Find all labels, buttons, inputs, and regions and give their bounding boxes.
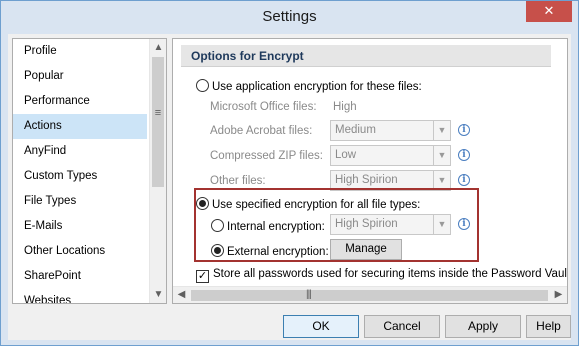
category-list-scrollbar[interactable]: ▲ ≡ ▼	[149, 39, 166, 303]
help-button[interactable]: Help	[526, 315, 571, 338]
app-encryption-radio[interactable]	[196, 79, 209, 92]
chevron-down-icon: ▼	[433, 146, 450, 165]
info-icon[interactable]: i	[458, 218, 470, 230]
sidebar-item-e-mails[interactable]: E-Mails	[13, 214, 147, 239]
sidebar-item-profile[interactable]: Profile	[13, 39, 147, 64]
scroll-left-icon[interactable]: ◀	[173, 287, 190, 303]
chevron-down-icon: ▼	[433, 215, 450, 234]
internal-encryption-option[interactable]: Internal encryption:	[211, 219, 325, 233]
cancel-button[interactable]: Cancel	[364, 315, 440, 338]
apply-button[interactable]: Apply	[445, 315, 521, 338]
category-items: Profile Popular Performance Actions AnyFind C…	[13, 39, 147, 303]
dialog-body: Profile Popular Performance Actions AnyFind C…	[8, 34, 571, 340]
specified-encryption-label: Use specified encryption for all file ty…	[212, 199, 421, 211]
zip-files-value: Low	[335, 149, 357, 161]
sidebar-item-websites[interactable]: Websites	[13, 289, 147, 303]
sidebar-item-sharepoint[interactable]: SharePoint	[13, 264, 147, 289]
internal-encryption-radio[interactable]	[211, 219, 224, 232]
sidebar-item-custom-types[interactable]: Custom Types	[13, 164, 147, 189]
external-encryption-option[interactable]: External encryption:	[211, 244, 329, 258]
scroll-up-icon[interactable]: ▲	[150, 39, 166, 56]
options-panel: Options for Encrypt Use application encr…	[172, 38, 568, 304]
acrobat-files-label: Adobe Acrobat files:	[210, 125, 313, 137]
horizontal-scroll-thumb[interactable]	[191, 290, 548, 301]
ok-button[interactable]: OK	[283, 315, 359, 338]
acrobat-files-select[interactable]: Medium ▼	[330, 120, 451, 141]
info-icon[interactable]: i	[458, 149, 470, 161]
store-passwords-option[interactable]: ✓ Store all passwords used for securing i…	[196, 268, 568, 283]
info-icon[interactable]: i	[458, 174, 470, 186]
info-icon[interactable]: i	[458, 124, 470, 136]
office-files-value: High	[333, 101, 357, 113]
scroll-thumb[interactable]	[152, 57, 164, 187]
sidebar-item-anyfind[interactable]: AnyFind	[13, 139, 147, 164]
window-title: Settings	[262, 8, 317, 25]
specified-encryption-option[interactable]: Use specified encryption for all file ty…	[196, 197, 420, 211]
other-files-value: High Spirion	[335, 174, 398, 186]
settings-window: Settings ✕ Profile Popular Performance Acti…	[0, 0, 579, 346]
category-list[interactable]: Profile Popular Performance Actions AnyFind C…	[12, 38, 167, 304]
internal-encryption-label: Internal encryption:	[227, 221, 325, 233]
sidebar-item-actions[interactable]: Actions	[13, 114, 147, 139]
app-encryption-label: Use application encryption for these fil…	[212, 81, 422, 93]
horizontal-scroll-grip-icon: |||	[306, 289, 312, 300]
sidebar-item-performance[interactable]: Performance	[13, 89, 147, 114]
close-button[interactable]: ✕	[526, 1, 572, 22]
external-encryption-label: External encryption:	[227, 246, 329, 258]
zip-files-label: Compressed ZIP files:	[210, 150, 323, 162]
zip-files-select[interactable]: Low ▼	[330, 145, 451, 166]
sidebar-item-popular[interactable]: Popular	[13, 64, 147, 89]
section-title: Options for Encrypt	[181, 45, 551, 67]
scroll-down-icon[interactable]: ▼	[150, 286, 166, 303]
specified-encryption-radio[interactable]	[196, 197, 209, 210]
scroll-grip-icon: ≡	[154, 107, 162, 119]
title-bar[interactable]: Settings ✕	[1, 1, 578, 34]
close-icon: ✕	[543, 3, 555, 18]
scroll-right-icon[interactable]: ▶	[550, 287, 567, 303]
internal-encryption-value: High Spirion	[335, 218, 398, 230]
sidebar-item-file-types[interactable]: File Types	[13, 189, 147, 214]
external-encryption-radio[interactable]	[211, 244, 224, 257]
options-horizontal-scrollbar[interactable]: ◀ ||| ▶	[173, 286, 567, 303]
store-passwords-checkbox[interactable]: ✓	[196, 270, 209, 283]
other-files-label: Other files:	[210, 175, 266, 187]
sidebar-item-other-locations[interactable]: Other Locations	[13, 239, 147, 264]
chevron-down-icon: ▼	[433, 121, 450, 140]
app-encryption-option[interactable]: Use application encryption for these fil…	[196, 79, 422, 93]
acrobat-files-value: Medium	[335, 124, 376, 136]
store-passwords-label: Store all passwords used for securing it…	[213, 268, 568, 280]
office-files-label: Microsoft Office files:	[210, 101, 317, 113]
internal-encryption-select[interactable]: High Spirion ▼	[330, 214, 451, 235]
manage-button[interactable]: Manage	[330, 239, 402, 260]
